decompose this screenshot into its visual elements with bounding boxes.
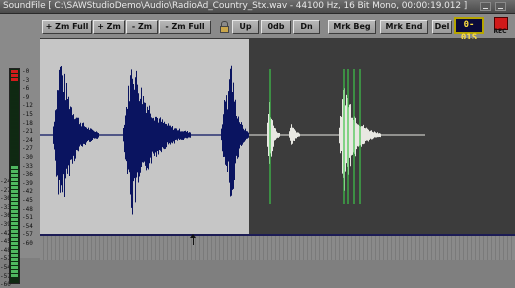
meter-segment	[11, 102, 18, 105]
minimize-button[interactable]	[480, 2, 491, 11]
record-label: REC	[493, 28, 507, 35]
meter-scale-label: -30	[22, 154, 33, 161]
meter-segment	[11, 258, 18, 261]
meter-segment	[11, 226, 18, 229]
maximize-button[interactable]	[495, 2, 506, 11]
meter-segment	[11, 246, 18, 249]
del-button[interactable]: Del	[432, 20, 452, 34]
meter-segment	[11, 186, 18, 189]
meter-segment	[11, 78, 18, 81]
meter-segment	[11, 270, 18, 273]
meter-scale-label: -0	[22, 68, 30, 75]
meter-scale-label: -24	[22, 136, 33, 144]
meter-segment	[11, 242, 18, 245]
meter-segment	[11, 86, 18, 89]
zoom-out-button[interactable]: - Zm	[126, 20, 158, 34]
meter-segment	[11, 238, 18, 241]
meter-segment	[11, 210, 18, 213]
meter-segment	[11, 74, 18, 77]
meter-segment	[11, 126, 18, 129]
meter-scale-label: -15	[22, 111, 33, 118]
meter-segment	[11, 214, 18, 217]
zoom-in-button[interactable]: + Zm	[93, 20, 125, 34]
meter-segment	[11, 70, 18, 73]
meter-scale-label: -9	[22, 93, 30, 101]
waveform-display[interactable]	[40, 39, 515, 234]
meter-segment	[11, 262, 18, 265]
meter-scale-label: -60	[22, 240, 33, 247]
meter-segment	[11, 158, 18, 161]
timeline-ruler[interactable]	[40, 234, 515, 260]
meter-segment	[11, 230, 18, 233]
meter-segment	[11, 150, 18, 153]
meter-segment	[11, 178, 18, 181]
toolbar: + Zm Full + Zm - Zm - Zm Full Up 0db Dn …	[0, 14, 515, 43]
meter-segment	[11, 218, 18, 221]
meter-segment	[11, 274, 18, 277]
meter-segment	[11, 266, 18, 269]
zoom-out-full-button[interactable]: - Zm Full	[159, 20, 211, 34]
up-button[interactable]: Up	[232, 20, 259, 34]
meter-segment	[11, 202, 18, 205]
meter-segment	[11, 114, 18, 117]
meter-segment	[11, 134, 18, 137]
meter-segment	[11, 146, 18, 149]
meter-segment	[11, 138, 18, 141]
unselected-region[interactable]	[249, 39, 515, 234]
meter-segment	[11, 82, 18, 85]
meter-scale-label: -42	[22, 188, 33, 196]
meter-scale-label: -48	[22, 205, 33, 213]
meter-segment	[11, 222, 18, 225]
meter-scale-label: -57	[22, 231, 33, 239]
meter-scale-label: -21	[22, 128, 33, 136]
meter-scale-label: -51	[22, 214, 33, 222]
meter-segment	[11, 250, 18, 253]
meter-scale-label: -18	[22, 119, 33, 127]
meter-segment	[11, 110, 18, 113]
meter-scale-label: -27	[22, 145, 33, 153]
meter-segment	[11, 142, 18, 145]
time-counter: 0-01S	[454, 17, 484, 43]
meter-segment	[11, 118, 18, 121]
meter-segment	[11, 90, 18, 93]
meter-segment	[11, 98, 18, 101]
lock-icon[interactable]	[220, 21, 229, 33]
meter-segment	[11, 198, 18, 201]
meter-segment	[11, 190, 18, 193]
meter-segment	[11, 122, 18, 125]
meter-segment	[11, 94, 18, 97]
meter-segment	[11, 106, 18, 109]
meter-segment	[11, 182, 18, 185]
meter-scale-label: -3	[22, 76, 30, 84]
meter-scale-label: -6	[22, 85, 30, 93]
zoom-in-full-button[interactable]: + Zm Full	[42, 20, 92, 34]
record-button[interactable]: REC	[491, 15, 509, 37]
meter-segment	[11, 162, 18, 165]
title-bar: SoundFile [ C:\SAWStudioDemo\Audio\Radio…	[0, 0, 515, 14]
meter-scale-label: -54	[22, 222, 33, 230]
meter-segment	[11, 254, 18, 257]
meter-segment	[11, 234, 18, 237]
playback-cursor[interactable]	[190, 234, 196, 245]
meter-segment	[11, 206, 18, 209]
mark-begin-button[interactable]: Mrk Beg	[328, 20, 376, 34]
mark-end-button[interactable]: Mrk End	[380, 20, 428, 34]
down-button[interactable]: Dn	[293, 20, 320, 34]
meter-segment	[11, 154, 18, 157]
meter-scale-label: -36	[22, 171, 33, 179]
meter-segment	[11, 170, 18, 173]
meter-scale-label: -45	[22, 197, 33, 204]
window-title: SoundFile [ C:\SAWStudioDemo\Audio\Radio…	[3, 1, 468, 11]
meter-segment	[11, 174, 18, 177]
waveform-canvas[interactable]	[40, 39, 515, 234]
meter-scale-label: -33	[22, 162, 33, 170]
level-meter	[9, 68, 20, 284]
meter-segment	[11, 130, 18, 133]
zero-db-button[interactable]: 0db	[261, 20, 291, 34]
meter-scale-label: -39	[22, 179, 33, 187]
meter-segment	[11, 194, 18, 197]
meter-scale-label: -12	[22, 102, 33, 110]
level-meter-panel: -24 -27 -30 -33 -36 -39 -42 -45 -48 -51 -54 -57 -60 …	[0, 38, 41, 288]
meter-segment	[11, 166, 18, 169]
